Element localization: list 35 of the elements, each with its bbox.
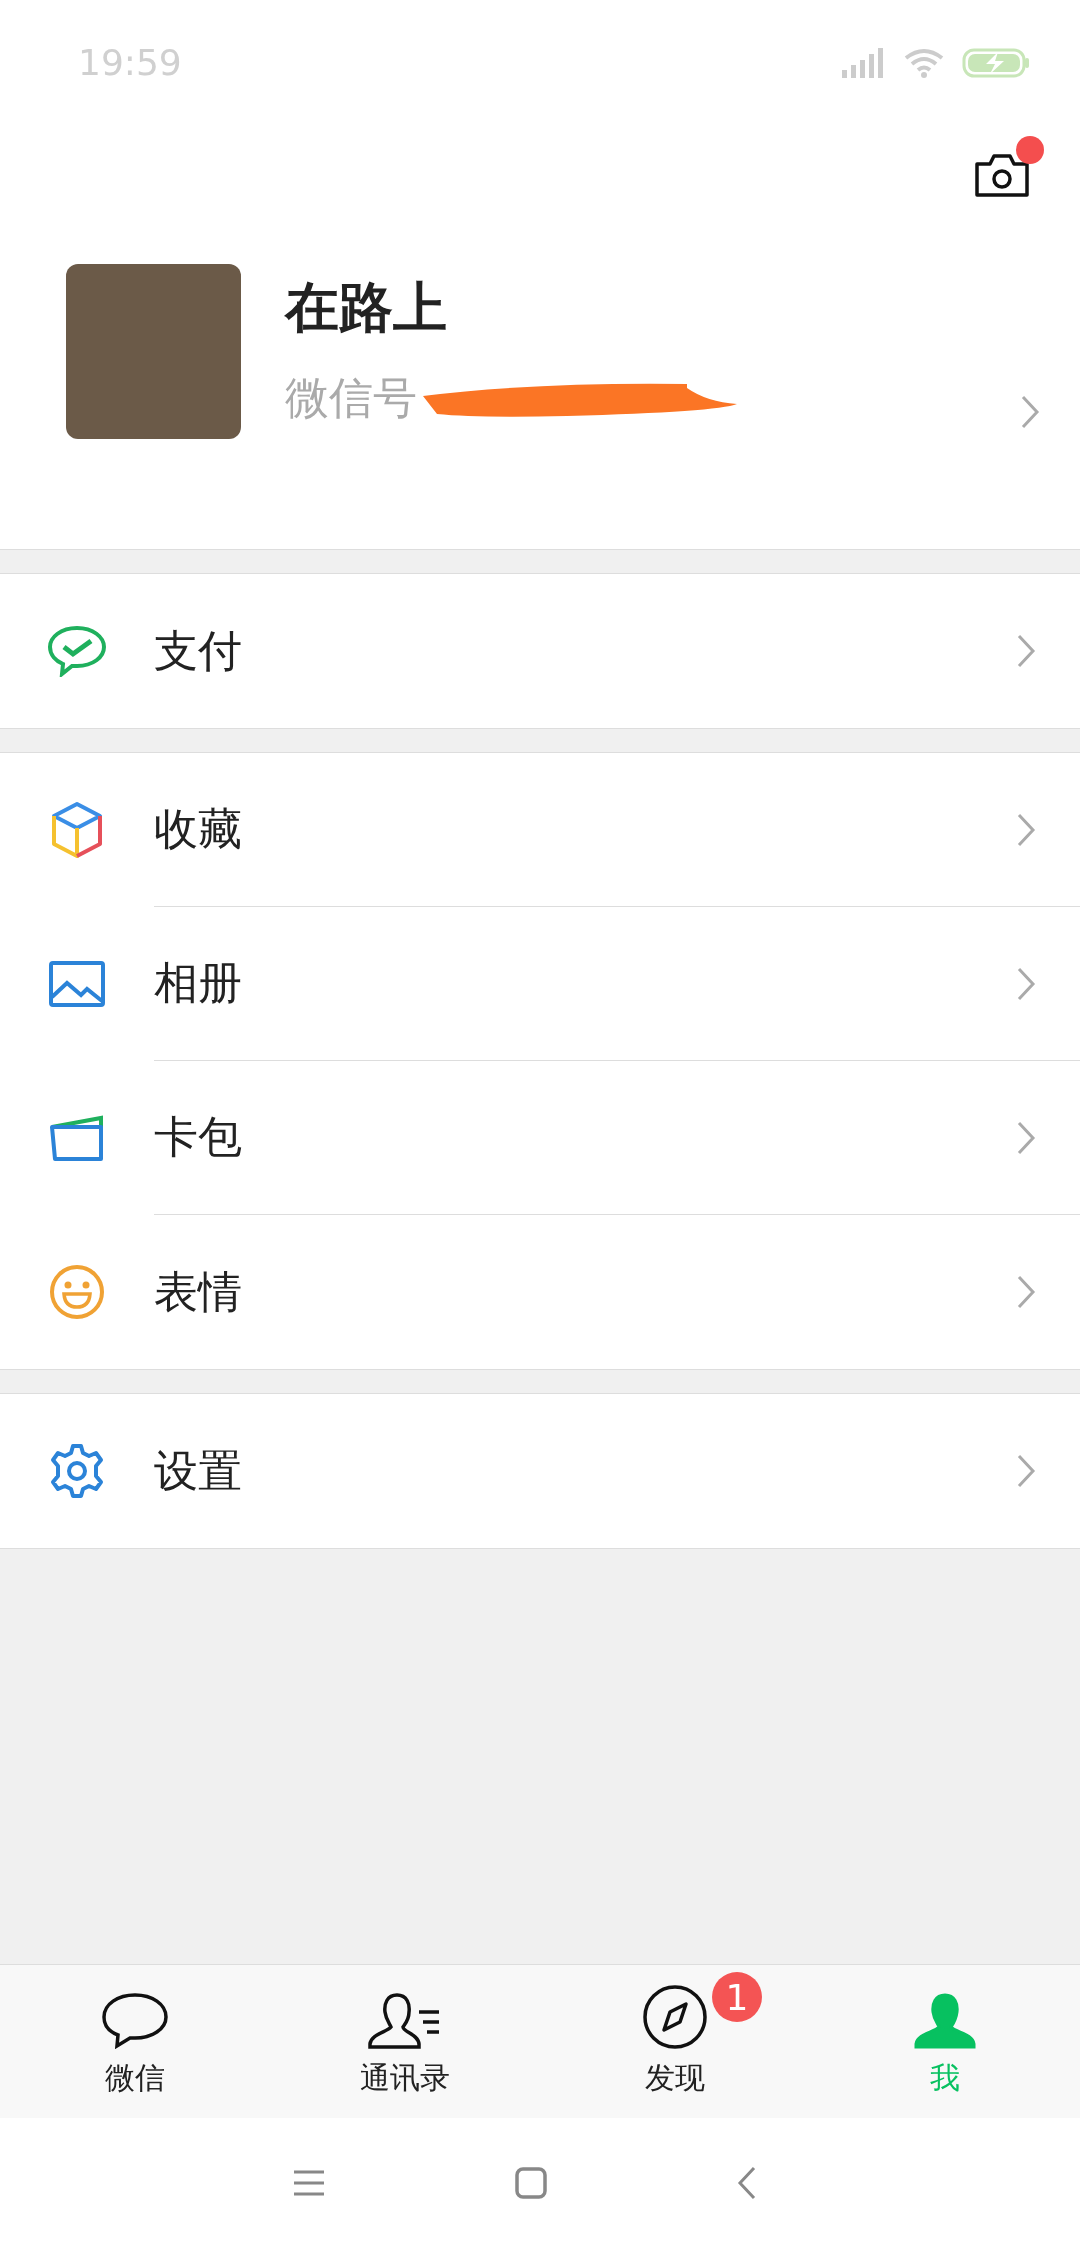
menu-icon[interactable] bbox=[293, 2169, 325, 2197]
chevron-right-icon bbox=[1016, 1453, 1036, 1489]
menu-item[interactable]: 相册 bbox=[0, 907, 1080, 1061]
menu-item[interactable]: 表情 bbox=[0, 1215, 1080, 1369]
menu-item[interactable]: 设置 bbox=[0, 1394, 1080, 1548]
tab-item[interactable]: 1 发现 bbox=[540, 1965, 810, 2118]
image-icon bbox=[49, 961, 105, 1007]
chat-bubble-icon bbox=[101, 1992, 169, 2050]
menu-item[interactable]: 支付 bbox=[0, 574, 1080, 728]
tab-item[interactable]: 通讯录 bbox=[270, 1965, 540, 2118]
chevron-right-icon bbox=[1016, 1274, 1036, 1310]
cube-icon bbox=[51, 801, 103, 859]
chevron-right-icon bbox=[1016, 633, 1036, 669]
chevron-right-icon bbox=[1016, 811, 1036, 848]
battery-charging-icon bbox=[962, 47, 1030, 78]
menu-item[interactable]: 卡包 bbox=[0, 1061, 1080, 1215]
chevron-right-icon bbox=[1016, 1119, 1036, 1156]
tab-item[interactable]: 微信 bbox=[0, 1965, 270, 2118]
smiley-icon bbox=[49, 1264, 105, 1320]
signal-icon bbox=[842, 47, 886, 78]
wechat-id-label: 微信号 bbox=[285, 371, 417, 425]
settings-icon bbox=[49, 1443, 105, 1499]
card-icon bbox=[49, 1115, 105, 1161]
menu-item[interactable]: 收藏 bbox=[0, 753, 1080, 907]
camera-icon[interactable] bbox=[974, 152, 1030, 198]
chat-check-icon bbox=[47, 625, 107, 677]
profile-name: 在路上 bbox=[285, 275, 448, 341]
back-icon[interactable] bbox=[737, 2165, 757, 2201]
wifi-icon bbox=[904, 47, 944, 78]
home-square-icon[interactable] bbox=[515, 2167, 547, 2199]
person-icon bbox=[913, 1992, 977, 2050]
notification-badge: 1 bbox=[712, 1972, 762, 2022]
chevron-right-icon bbox=[1016, 965, 1036, 1002]
chevron-right-icon[interactable] bbox=[1020, 394, 1040, 430]
compass-icon bbox=[642, 1984, 708, 2050]
